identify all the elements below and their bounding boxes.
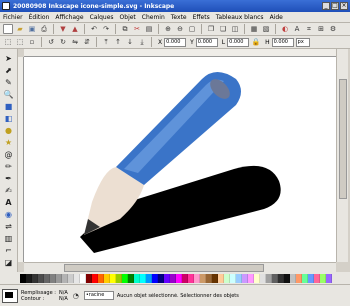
horizontal-scrollbar[interactable] bbox=[24, 262, 336, 272]
redo-icon[interactable]: ↷ bbox=[101, 24, 111, 34]
gradient-tool-icon[interactable]: ▥ bbox=[3, 233, 14, 244]
menu-fichier[interactable]: Fichier bbox=[3, 14, 23, 21]
tweak-tool-icon[interactable]: ✎ bbox=[3, 77, 14, 88]
status-message: Aucun objet sélectionné. Sélectionner de… bbox=[116, 292, 239, 299]
export-icon[interactable]: ▲ bbox=[70, 24, 80, 34]
raise-top-icon[interactable]: ⤒ bbox=[101, 37, 111, 47]
unit-select[interactable]: px bbox=[295, 37, 310, 47]
align-distribute-icon[interactable]: ⊞ bbox=[316, 24, 326, 34]
lower-bottom-icon[interactable]: ⤓ bbox=[137, 37, 147, 47]
selector-tool-icon[interactable]: ➤ bbox=[3, 53, 14, 64]
menu-chemin[interactable]: Chemin bbox=[142, 14, 165, 21]
text-font-icon[interactable]: A bbox=[292, 24, 302, 34]
zoom-tool-icon[interactable]: 🔍 bbox=[3, 89, 14, 100]
menu-tableaux-blancs[interactable]: Tableaux blancs bbox=[216, 14, 264, 21]
copy-icon[interactable]: ⧉ bbox=[120, 24, 130, 34]
maximize-button[interactable]: □ bbox=[331, 2, 339, 10]
toolbox: ➤ ⬈ ✎ 🔍 ■ ◧ ● ★ @ ✏ ✒ ✍ A ◉ ⇌ ▥ ⌐ ◪ bbox=[0, 49, 18, 272]
title-bar: 20080908 Inkscape icone-simple.svg - Ink… bbox=[0, 0, 350, 12]
rotate-cw-icon[interactable]: ↻ bbox=[58, 37, 68, 47]
minimize-button[interactable]: _ bbox=[322, 2, 330, 10]
tool-controls-bar: ⬚ ⬚ ▫ ↺ ↻ ⇋ ⇵ ⤒ ↑ ↓ ⤓ X 0.000 Y 0.000 L … bbox=[0, 36, 350, 49]
lower-icon[interactable]: ↓ bbox=[125, 37, 135, 47]
group-icon[interactable]: ▦ bbox=[249, 24, 259, 34]
zoom-page-icon[interactable]: ▢ bbox=[187, 24, 197, 34]
print-icon[interactable]: ⎙ bbox=[39, 24, 49, 34]
height-field[interactable]: 0.000 bbox=[271, 37, 294, 47]
menu-calques[interactable]: Calques bbox=[90, 14, 114, 21]
menu-aide[interactable]: Aide bbox=[270, 14, 283, 21]
spiral-tool-icon[interactable]: @ bbox=[3, 149, 14, 160]
x-label: X bbox=[158, 38, 163, 46]
raise-icon[interactable]: ↑ bbox=[113, 37, 123, 47]
y-label: Y bbox=[190, 38, 194, 46]
menu-affichage[interactable]: Affichage bbox=[55, 14, 83, 21]
rotate-ccw-icon[interactable]: ↺ bbox=[46, 37, 56, 47]
undo-icon[interactable]: ↶ bbox=[89, 24, 99, 34]
duplicate-icon[interactable]: ❐ bbox=[206, 24, 216, 34]
flip-horizontal-icon[interactable]: ⇋ bbox=[70, 37, 80, 47]
select-all-icon[interactable]: ⬚ bbox=[3, 37, 13, 47]
select-all-layers-icon[interactable]: ⬚ bbox=[15, 37, 25, 47]
layer-select[interactable]: •racine bbox=[83, 291, 114, 300]
menu-bar: Fichier Édition Affichage Calques Objet … bbox=[0, 12, 350, 23]
menu-effets[interactable]: Effets bbox=[193, 14, 210, 21]
close-button[interactable]: × bbox=[340, 2, 348, 10]
width-label: L bbox=[221, 38, 226, 46]
vertical-scrollbar[interactable] bbox=[336, 49, 348, 262]
horizontal-ruler bbox=[24, 49, 336, 57]
flip-vertical-icon[interactable]: ⇵ bbox=[82, 37, 92, 47]
color-palette bbox=[0, 272, 350, 284]
node-tool-icon[interactable]: ⬈ bbox=[3, 65, 14, 76]
dropper-tool-icon[interactable]: ⌐ bbox=[3, 245, 14, 256]
deselect-icon[interactable]: ▫ bbox=[27, 37, 37, 47]
connector-tool-icon[interactable]: ⇌ bbox=[3, 221, 14, 232]
palette-swatch[interactable] bbox=[326, 273, 332, 283]
new-document-icon[interactable] bbox=[3, 24, 13, 34]
zoom-drawing-icon[interactable]: ⊖ bbox=[175, 24, 185, 34]
import-icon[interactable]: ▼ bbox=[58, 24, 68, 34]
height-label: H bbox=[265, 38, 270, 46]
paste-icon[interactable]: ▤ bbox=[144, 24, 154, 34]
stroke-label: Contour : bbox=[21, 295, 45, 302]
paint-bucket-tool-icon[interactable]: ◪ bbox=[3, 257, 14, 268]
zoom-selection-icon[interactable]: ⊕ bbox=[163, 24, 173, 34]
fill-stroke-indicator[interactable] bbox=[2, 288, 18, 303]
cut-icon[interactable]: ✂ bbox=[132, 24, 142, 34]
drawing-canvas[interactable] bbox=[24, 57, 336, 262]
x-field[interactable]: 0.000 bbox=[164, 37, 187, 47]
unlink-clone-icon[interactable]: ◫ bbox=[230, 24, 240, 34]
save-icon[interactable]: ▣ bbox=[27, 24, 37, 34]
xml-editor-icon[interactable]: ⌗ bbox=[304, 24, 314, 34]
lock-ratio-icon[interactable]: 🔒 bbox=[251, 37, 261, 47]
y-field[interactable]: 0.000 bbox=[195, 37, 218, 47]
open-icon[interactable]: ▰ bbox=[15, 24, 25, 34]
preferences-icon[interactable]: ⚙ bbox=[328, 24, 338, 34]
menu-texte[interactable]: Texte bbox=[171, 14, 187, 21]
stroke-value: N/A bbox=[58, 295, 68, 302]
star-tool-icon[interactable]: ★ bbox=[3, 137, 14, 148]
menu-objet[interactable]: Objet bbox=[120, 14, 136, 21]
ellipse-tool-icon[interactable]: ● bbox=[3, 125, 14, 136]
clone-icon[interactable]: ❏ bbox=[218, 24, 228, 34]
calligraphy-tool-icon[interactable]: ✍ bbox=[3, 185, 14, 196]
width-field[interactable]: 0.000 bbox=[227, 37, 250, 47]
text-tool-icon[interactable]: A bbox=[3, 197, 14, 208]
drawing bbox=[80, 72, 281, 253]
status-bar: Remplissage : Contour : N/A N/A ◔ •racin… bbox=[0, 284, 350, 306]
commands-toolbar: ▰ ▣ ⎙ ▼ ▲ ↶ ↷ ⧉ ✂ ▤ ⊕ ⊖ ▢ ❐ ❏ ◫ ▦ ▧ ◐ A … bbox=[0, 23, 350, 36]
pencil-tool-icon[interactable]: ✏ bbox=[3, 161, 14, 172]
3d-box-tool-icon[interactable]: ◧ bbox=[3, 113, 14, 124]
inkscape-app-icon bbox=[2, 2, 10, 10]
menu-edition[interactable]: Édition bbox=[29, 14, 50, 21]
spray-tool-icon[interactable]: ◉ bbox=[3, 209, 14, 220]
fill-stroke-icon[interactable]: ◐ bbox=[280, 24, 290, 34]
pen-tool-icon[interactable]: ✒ bbox=[3, 173, 14, 184]
opacity-icon[interactable]: ◔ bbox=[71, 291, 81, 301]
window-title: 20080908 Inkscape icone-simple.svg - Ink… bbox=[13, 2, 175, 10]
ungroup-icon[interactable]: ▧ bbox=[261, 24, 271, 34]
rectangle-tool-icon[interactable]: ■ bbox=[3, 101, 14, 112]
